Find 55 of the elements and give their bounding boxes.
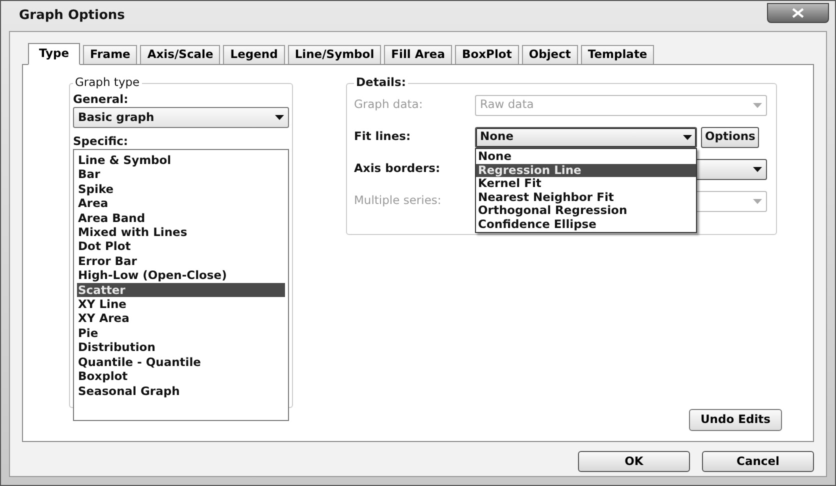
caret-icon [683,134,692,140]
window-title: Graph Options [19,7,125,26]
tab[interactable]: Frame [83,45,138,64]
list-item[interactable]: Boxplot [77,369,285,384]
list-item[interactable]: XY Line [77,297,285,312]
ok-button[interactable]: OK [578,451,690,472]
dropdown-option[interactable]: None [476,150,696,164]
caret-icon [753,166,762,172]
list-item[interactable]: Line & Symbol [77,153,285,168]
list-item[interactable]: Quantile - Quantile [77,354,285,370]
tab[interactable]: Line/Symbol [288,45,382,64]
list-item[interactable]: Area Band [77,210,285,226]
tab[interactable]: Type [28,43,80,65]
list-item[interactable]: Bar [77,167,285,182]
dropdown-option[interactable]: Confidence Ellipse [476,218,696,231]
list-item[interactable]: Area [77,196,285,211]
list-item[interactable]: Scatter [77,282,285,298]
field-label: Specific: [73,133,128,149]
dropdown-option[interactable]: Orthogonal Regression [476,204,696,218]
tab[interactable]: BoxPlot [454,45,519,64]
dropdown: Raw data [475,94,767,116]
dropdown-option[interactable]: Kernel Fit [476,177,696,190]
list-item[interactable]: Distribution [77,340,285,355]
caret-icon [753,102,762,108]
field-label: General: [73,91,128,107]
tab[interactable]: Fill Area [384,45,452,64]
group-title: Graph type [73,75,142,90]
caret-icon [275,115,284,120]
dropdown[interactable]: None [475,126,697,148]
options-button[interactable]: Options [701,126,760,148]
list-item[interactable]: Seasonal Graph [77,384,285,398]
list-item[interactable]: High-Low (Open-Close) [77,268,285,283]
tab[interactable]: Axis/Scale [140,45,220,64]
dropdown-option[interactable]: Regression Line [476,164,696,177]
list-item[interactable]: Mixed with Lines [77,225,285,240]
dropdown[interactable]: Basic graph [73,107,289,128]
field-label: Fit lines: [354,128,412,146]
field-label: Multiple series: [354,192,442,210]
dropdown-option[interactable]: Nearest Neighbor Fit [476,190,696,204]
list-item[interactable]: Pie [77,326,285,340]
list-item[interactable]: Error Bar [77,254,285,268]
list-item[interactable]: Spike [77,182,285,196]
close-icon [792,8,804,18]
caret-icon [753,198,762,204]
tab[interactable]: Template [580,45,654,64]
field-label: Graph data: [354,96,424,114]
list-item[interactable]: XY Area [77,311,285,326]
tab[interactable]: Legend [223,45,285,64]
cancel-button[interactable]: Cancel [702,451,814,472]
field-label: Axis borders: [354,160,442,178]
undo-edits-button[interactable]: Undo Edits [689,409,782,431]
tab[interactable]: Object [522,45,578,64]
list-box[interactable]: Line & Symbol Bar Spike Area Area Band Mixed with Lines Dot Plot Error Bar High-Low (Open-Close) Scatter XY Line XY Area Pie Distribution Quantile - Quantile Boxplot Seasonal Graph [73,149,289,421]
close-button[interactable] [767,3,829,23]
list-item[interactable]: Dot Plot [77,239,285,254]
